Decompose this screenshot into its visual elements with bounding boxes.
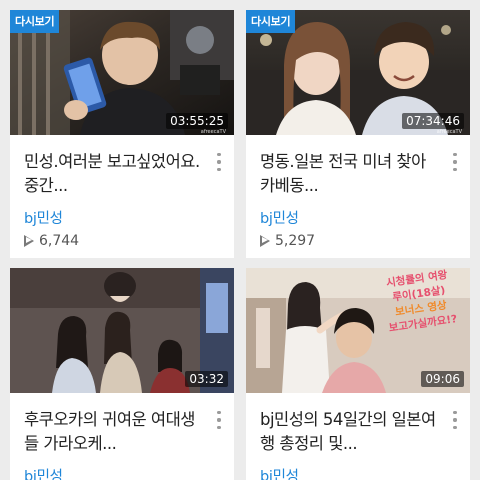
- video-info: 민성.여러분 보고싶었어요.중간... bj민성 6,744: [10, 135, 234, 249]
- video-thumbnail[interactable]: 시청률의 여왕 루이(18살) 보너스 영상 보고가실까요!? 09:06: [246, 268, 470, 393]
- video-title[interactable]: bj민성의 54일간의 일본여행 총정리 및...: [260, 408, 442, 456]
- video-thumbnail[interactable]: 다시보기 03:55:25 afreecaTV: [10, 10, 234, 135]
- video-duration: 03:55:25: [166, 113, 228, 129]
- play-icon: [260, 235, 270, 247]
- replay-badge: 다시보기: [246, 10, 296, 33]
- channel-name[interactable]: bj민성: [24, 465, 206, 480]
- replay-badge: 다시보기: [10, 10, 60, 33]
- more-options-icon[interactable]: [216, 153, 222, 173]
- video-card[interactable]: 다시보기 03:55:25 afreecaTV 민성.여러분 보고싶었어요.중간…: [10, 10, 234, 258]
- channel-name[interactable]: bj민성: [260, 465, 442, 480]
- video-duration: 03:32: [185, 371, 228, 387]
- video-info: 후쿠오카의 귀여운 여대생들 가라오케... bj민성: [10, 393, 234, 480]
- video-info: bj민성의 54일간의 일본여행 총정리 및... bj민성: [246, 393, 470, 480]
- view-count: 5,297: [260, 233, 442, 249]
- video-info: 명동.일본 전국 미녀 찾아 카베동... bj민성 5,297: [246, 135, 470, 249]
- more-options-icon[interactable]: [452, 411, 458, 431]
- more-options-icon[interactable]: [216, 411, 222, 431]
- video-card[interactable]: 다시보기 07:34:46 afreecaTV 명동.일본 전국 미녀 찾아 카…: [246, 10, 470, 258]
- video-thumbnail[interactable]: 03:32: [10, 268, 234, 393]
- video-title[interactable]: 명동.일본 전국 미녀 찾아 카베동...: [260, 150, 442, 198]
- view-count-value: 6,744: [39, 233, 80, 249]
- view-count: 6,744: [24, 233, 206, 249]
- video-thumbnail[interactable]: 다시보기 07:34:46 afreecaTV: [246, 10, 470, 135]
- view-count-value: 5,297: [275, 233, 316, 249]
- video-title[interactable]: 민성.여러분 보고싶었어요.중간...: [24, 150, 206, 198]
- channel-name[interactable]: bj민성: [24, 207, 206, 228]
- video-duration: 07:34:46: [402, 113, 464, 129]
- video-title[interactable]: 후쿠오카의 귀여운 여대생들 가라오케...: [24, 408, 206, 456]
- video-duration: 09:06: [421, 371, 464, 387]
- video-card[interactable]: 03:32 후쿠오카의 귀여운 여대생들 가라오케... bj민성: [10, 268, 234, 480]
- more-options-icon[interactable]: [452, 153, 458, 173]
- channel-name[interactable]: bj민성: [260, 207, 442, 228]
- video-card[interactable]: 시청률의 여왕 루이(18살) 보너스 영상 보고가실까요!? 09:06 bj…: [246, 268, 470, 480]
- play-icon: [24, 235, 34, 247]
